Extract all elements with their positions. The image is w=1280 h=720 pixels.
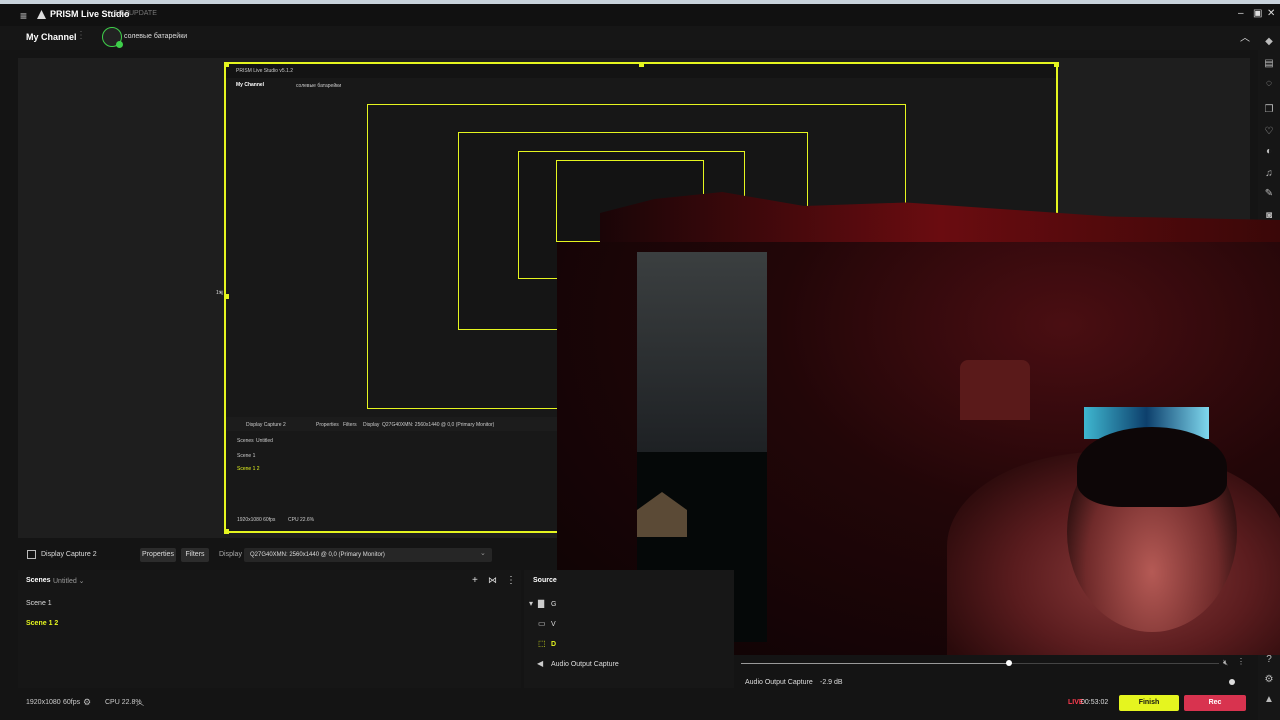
avatar[interactable]: [102, 27, 123, 48]
audio-mixer: 🔇︎ ⋮ Audio Output Capture -2.9 dB: [737, 655, 1255, 688]
music-icon[interactable]: ♫: [1263, 168, 1275, 180]
layers-icon[interactable]: ❐: [1263, 104, 1275, 116]
maximize-icon[interactable]: ▣: [1253, 8, 1262, 19]
rec-button[interactable]: Rec: [1184, 695, 1246, 711]
account-name: солевые батарейки: [124, 33, 188, 40]
filters-button[interactable]: Filters: [181, 548, 209, 562]
display-icon: ⬚: [538, 639, 546, 648]
source-item[interactable]: V: [551, 621, 556, 628]
settings-icon[interactable]: ⚙: [1263, 674, 1275, 686]
live-timer: 00:53:02: [1081, 699, 1109, 706]
source-item-selected[interactable]: D: [551, 641, 556, 648]
resize-handle[interactable]: [224, 529, 229, 534]
door-image: [637, 252, 767, 452]
scene-collection-name: Untitled: [53, 578, 77, 585]
resize-handle[interactable]: [224, 294, 229, 299]
prism-logo-icon: [37, 10, 46, 19]
more-icon[interactable]: ⋮: [76, 30, 86, 41]
minimize-icon[interactable]: –: [1238, 8, 1244, 19]
selected-source-name: Display Capture 2: [41, 551, 97, 558]
resize-handle[interactable]: [1054, 62, 1059, 67]
display-label: Display: [219, 551, 242, 558]
display-select[interactable]: Q27G40XMN: 2560x1440 @ 0,0 (Primary Moni…: [244, 548, 492, 562]
effects-icon[interactable]: ◐: [1263, 146, 1275, 158]
comment-icon[interactable]: ◌: [1263, 78, 1275, 90]
source-properties-bar: Display Capture 2 Properties Filters Dis…: [18, 545, 556, 565]
status-bar: 1920x1080 60fps ⚙ CPU 22.8% ︿ LIVE 00:53…: [0, 690, 1258, 720]
add-icon[interactable]: +: [472, 575, 478, 586]
camera-icon: ▭: [538, 619, 546, 628]
sources-title: Source: [533, 577, 557, 584]
chevron-down-icon[interactable]: ⌄: [480, 549, 486, 557]
resize-handle[interactable]: [639, 62, 644, 67]
widget-icon[interactable]: ◆: [1263, 36, 1275, 48]
channel-header: My Channel ⋮ солевые батарейки ︿: [0, 26, 1258, 50]
resolution-label: 1920x1080: [26, 699, 61, 706]
chevron-up-icon[interactable]: ︿: [136, 697, 144, 708]
update-link[interactable]: UPDATE: [129, 10, 157, 17]
prism-icon[interactable]: ▲: [1263, 694, 1275, 706]
person-hair-image: [1077, 427, 1227, 507]
mute-icon[interactable]: 🔇︎: [1223, 658, 1228, 668]
volume-fill: [741, 663, 1009, 664]
mixer-level: -2.9 dB: [820, 679, 843, 686]
scene-collection-select[interactable]: Untitled ⌄: [53, 577, 85, 585]
properties-button[interactable]: Properties: [140, 548, 176, 562]
display-capture-icon: [27, 550, 36, 559]
mixer-toggle[interactable]: [1229, 679, 1235, 685]
scene-item[interactable]: Scene 1: [26, 600, 52, 607]
help-icon[interactable]: ?: [1263, 654, 1275, 666]
scenes-panel: Scenes Untitled ⌄ + ⋈ ⋮ Scene 1 Scene 1 …: [18, 570, 521, 688]
brush-icon[interactable]: ✎: [1263, 188, 1275, 200]
title-bar: ≡ PRISM Live Studio v5.1.2 UPDATE – ▣ ✕: [0, 0, 1280, 26]
source-item[interactable]: G: [551, 601, 556, 608]
lamp-image: [960, 360, 1030, 420]
my-channel-label[interactable]: My Channel: [26, 32, 77, 42]
finish-button[interactable]: Finish: [1119, 695, 1179, 711]
filter-icon[interactable]: ⋈: [488, 575, 497, 586]
collapse-icon[interactable]: ︿: [1240, 29, 1250, 44]
heart-icon[interactable]: ♡: [1263, 126, 1275, 138]
sources-panel: Source ▾ ▇ G ▭ V ⬚ D ◀ Audio Output Capt…: [524, 570, 734, 688]
chat-icon[interactable]: ▤: [1263, 58, 1275, 70]
fps-label: 60fps: [63, 699, 81, 706]
scenes-title: Scenes: [26, 577, 51, 584]
volume-slider[interactable]: [1006, 660, 1012, 666]
settings-gear-icon[interactable]: ⚙: [83, 697, 91, 708]
resize-handle[interactable]: [224, 62, 229, 67]
more-icon[interactable]: ⋮: [1237, 657, 1245, 666]
scene-item-active[interactable]: Scene 1 2: [26, 620, 58, 627]
app-version: v5.1.2: [110, 10, 130, 17]
menu-icon[interactable]: ≡: [20, 9, 30, 23]
source-item[interactable]: Audio Output Capture: [551, 661, 619, 668]
folder-icon: ▇: [538, 599, 545, 608]
expand-icon[interactable]: ▾: [529, 599, 533, 608]
speaker-icon: ◀: [537, 659, 544, 668]
more-icon[interactable]: ⋮: [506, 575, 516, 586]
nested-edge-marker: 1ॠ: [216, 290, 224, 296]
mixer-channel-name: Audio Output Capture: [745, 679, 813, 686]
close-icon[interactable]: ✕: [1267, 8, 1275, 19]
